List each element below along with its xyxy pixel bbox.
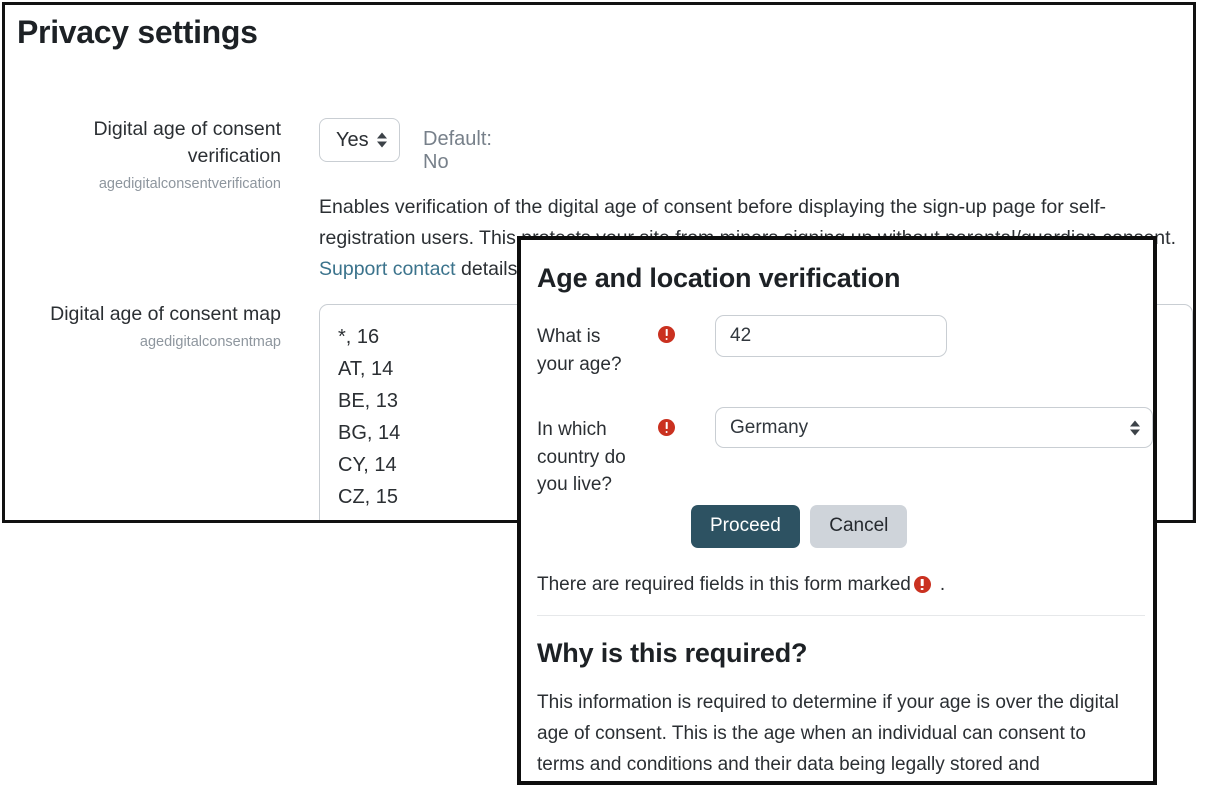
required-exclamation-icon bbox=[913, 576, 931, 593]
setting-label-column: Digital age of consent verification aged… bbox=[5, 116, 281, 194]
required-note-suffix: . bbox=[939, 574, 946, 595]
age-field-label: What is your age? bbox=[537, 326, 622, 375]
country-select[interactable]: Germany bbox=[715, 407, 1153, 448]
required-exclamation-icon bbox=[658, 419, 675, 436]
setting-label: Digital age of consent map bbox=[50, 303, 281, 325]
proceed-button[interactable]: Proceed bbox=[691, 505, 800, 548]
form-group-age: What is your age? bbox=[537, 315, 1137, 383]
cancel-button[interactable]: Cancel bbox=[810, 505, 908, 548]
modal-action-buttons: Proceed Cancel bbox=[691, 505, 908, 548]
age-input[interactable] bbox=[715, 315, 947, 357]
setting-label-column: Digital age of consent map agedigitalcon… bbox=[5, 301, 281, 352]
setting-label: Digital age of consent verification bbox=[93, 118, 281, 167]
modal-divider bbox=[537, 615, 1145, 616]
consent-verification-select-wrapper: Yes bbox=[319, 118, 400, 162]
required-note-text: There are required fields in this form m… bbox=[537, 574, 911, 595]
why-required-body: This information is required to determin… bbox=[537, 692, 1119, 775]
consent-verification-select[interactable]: Yes bbox=[319, 118, 400, 162]
default-value-text: Default: No bbox=[423, 128, 492, 173]
setting-key: agedigitalconsentverification bbox=[98, 175, 281, 192]
age-location-verification-modal: Age and location verification What is yo… bbox=[517, 236, 1157, 785]
support-contact-link[interactable]: Support contact bbox=[319, 258, 456, 280]
required-exclamation-icon bbox=[658, 326, 675, 343]
modal-title: Age and location verification bbox=[537, 263, 901, 293]
form-group-country: In which country do you live? Germany bbox=[537, 407, 1153, 506]
required-fields-note: There are required fields in this form m… bbox=[537, 574, 945, 596]
country-select-wrapper: Germany bbox=[715, 407, 1153, 448]
page-title: Privacy settings bbox=[17, 14, 258, 50]
country-field-label: In which country do you live? bbox=[537, 419, 626, 496]
why-required-title: Why is this required? bbox=[537, 638, 808, 668]
setting-key: agedigitalconsentmap bbox=[139, 333, 281, 350]
